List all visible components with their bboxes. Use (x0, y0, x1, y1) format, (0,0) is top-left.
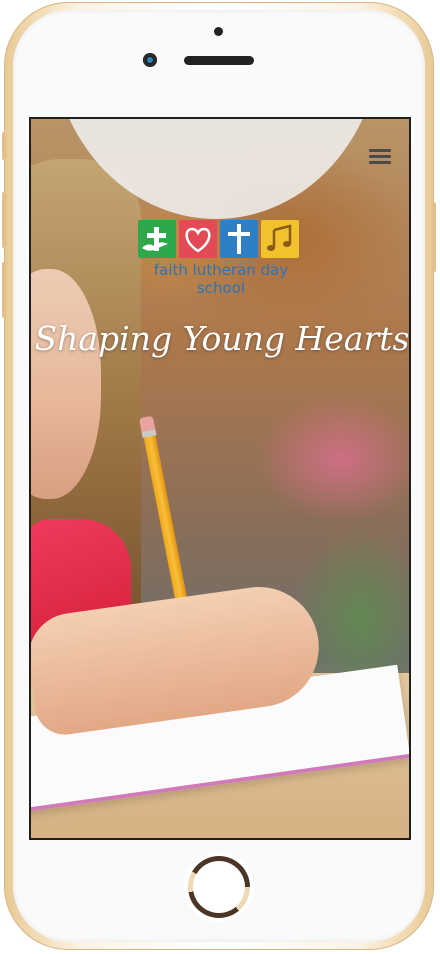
hero-tagline: Shaping Young Hearts (34, 319, 410, 358)
school-logo[interactable]: faith lutheran day school (135, 220, 307, 297)
music-note-icon (261, 220, 299, 258)
home-button-center (193, 861, 245, 913)
logo-tiles (138, 220, 307, 258)
power-button (432, 202, 436, 272)
cross-bird-icon (138, 220, 176, 258)
screen: faith lutheran day school Shaping Young … (29, 117, 411, 840)
side-button (2, 132, 6, 160)
hamburger-menu-icon[interactable] (369, 149, 391, 165)
earpiece-speaker (184, 56, 254, 65)
school-name: faith lutheran day school (153, 261, 289, 297)
volume-up-button (2, 192, 6, 248)
heart-icon (179, 220, 217, 258)
front-camera (143, 53, 157, 67)
volume-down-button (2, 262, 6, 318)
home-button[interactable] (184, 852, 254, 922)
proximity-sensor (214, 27, 223, 36)
bible-icon (220, 220, 258, 258)
